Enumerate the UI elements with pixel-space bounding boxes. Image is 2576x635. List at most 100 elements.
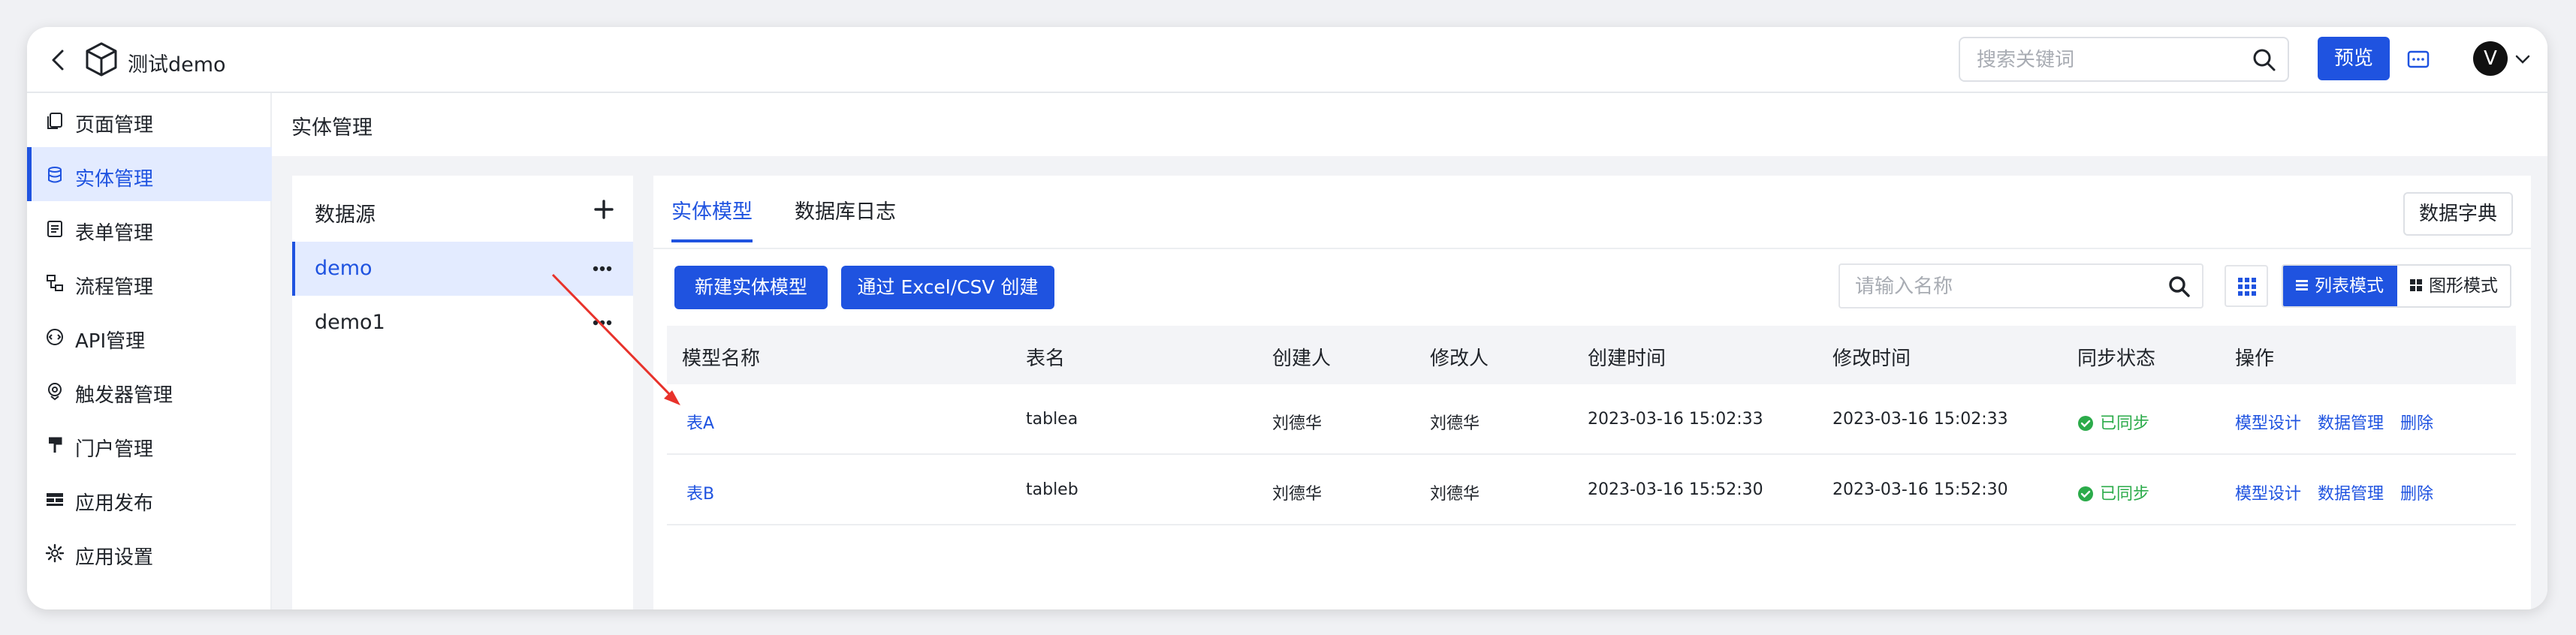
grid-dots-icon: [2238, 278, 2256, 296]
view-mode-switch: 列表模式 图形模式: [2282, 264, 2511, 308]
modifier-cell: 刘德华: [1430, 485, 1480, 504]
created-time-cell: 2023-03-16 15:02:33: [1588, 410, 1763, 429]
message-icon[interactable]: [2406, 47, 2431, 73]
plus-icon[interactable]: [593, 198, 615, 221]
cube-icon: [86, 42, 117, 77]
app-title: 测试demo: [128, 53, 226, 77]
back-arrow-icon[interactable]: [44, 45, 74, 75]
column-header: 表名: [1026, 348, 1066, 370]
import-excel-csv-button[interactable]: 通过 Excel/CSV 创建: [841, 266, 1054, 309]
datasource-item-demo[interactable]: demo: [292, 242, 633, 296]
table-row: 表B tableb 刘德华 刘德华 2023-03-16 15:52:30 20…: [667, 455, 2516, 525]
sync-status-badge: 已同步: [2077, 480, 2149, 504]
creator-cell: 刘德华: [1272, 485, 1323, 504]
sidebar: 页面管理 实体管理 表单管理 流程管理 API管理 触发器管理 门户管理 应用发…: [27, 93, 272, 609]
sidebar-item-label: 应用发布: [75, 492, 154, 515]
gear-icon: [45, 543, 65, 563]
content-area: 实体管理 数据源 demo demo1 实体模型 数据库日志 数据字典 新建实体…: [272, 93, 2547, 609]
api-icon: [47, 329, 63, 345]
delete-link[interactable]: 删除: [2400, 410, 2433, 434]
search-icon[interactable]: [2167, 275, 2191, 299]
page-title: 实体管理: [291, 116, 373, 140]
check-circle-icon: [2078, 486, 2093, 501]
preview-button[interactable]: 预览: [2318, 37, 2390, 80]
sidebar-item-forms[interactable]: 表单管理: [27, 201, 272, 255]
list-icon: [2296, 279, 2308, 290]
sidebar-item-label: 应用设置: [75, 546, 154, 569]
sync-status-label: 已同步: [2100, 414, 2150, 433]
table-header: 模型名称 表名 创建人 修改人 创建时间 修改时间 同步状态 操作: [667, 326, 2516, 384]
pages-icon: [47, 113, 62, 129]
datasource-item-label: demo1: [315, 311, 385, 334]
created-time-cell: 2023-03-16 15:52:30: [1588, 480, 1763, 499]
graph-mode-label: 图形模式: [2429, 276, 2498, 296]
data-manage-link[interactable]: 数据管理: [2318, 480, 2384, 504]
list-mode-label: 列表模式: [2315, 276, 2384, 296]
sidebar-item-flows[interactable]: 流程管理: [27, 255, 272, 309]
database-icon: [48, 167, 62, 183]
model-name-link[interactable]: 表B: [686, 480, 714, 504]
model-design-link[interactable]: 模型设计: [2235, 480, 2301, 504]
data-dictionary-button[interactable]: 数据字典: [2403, 192, 2513, 236]
page-title-bar: 实体管理: [272, 93, 2547, 156]
tab-database-log[interactable]: 数据库日志: [795, 195, 896, 239]
more-icon[interactable]: [591, 260, 614, 278]
table-row: 表A tablea 刘德华 刘德华 2023-03-16 15:02:33 20…: [667, 384, 2516, 455]
user-avatar[interactable]: V: [2473, 41, 2508, 76]
sidebar-item-entity[interactable]: 实体管理: [27, 147, 272, 201]
name-search[interactable]: [1838, 263, 2203, 308]
modifier-cell: 刘德华: [1430, 414, 1480, 433]
creator-cell: 刘德华: [1272, 414, 1323, 433]
table-name-cell: tableb: [1026, 480, 1078, 499]
list-mode-button[interactable]: 列表模式: [2283, 266, 2397, 306]
column-header: 模型名称: [682, 348, 761, 370]
sidebar-item-label: 门户管理: [75, 438, 154, 461]
global-search-input[interactable]: [1977, 47, 2247, 73]
trigger-icon: [48, 383, 62, 401]
sidebar-item-triggers[interactable]: 触发器管理: [27, 363, 272, 417]
global-search[interactable]: [1959, 37, 2289, 82]
publish-icon: [47, 493, 63, 506]
modified-time-cell: 2023-03-16 15:02:33: [1832, 410, 2008, 429]
datasource-panel: 数据源 demo demo1: [292, 176, 633, 609]
delete-link[interactable]: 删除: [2400, 480, 2433, 504]
sidebar-item-label: API管理: [75, 330, 146, 353]
tabs-divider: [653, 248, 2531, 249]
sidebar-item-pages[interactable]: 页面管理: [27, 93, 272, 147]
sidebar-item-label: 表单管理: [75, 222, 154, 245]
datasource-item-demo1[interactable]: demo1: [292, 296, 633, 350]
more-icon[interactable]: [591, 314, 614, 332]
datasource-item-label: demo: [315, 257, 373, 280]
tab-entity-model[interactable]: 实体模型: [671, 195, 753, 242]
app-window: 测试demo 预览 V 页面管理 实体管理 表单管理 流程管理 API管理: [27, 27, 2547, 609]
form-icon: [47, 221, 62, 237]
column-header: 操作: [2235, 348, 2275, 370]
name-search-input[interactable]: [1855, 274, 2155, 299]
model-design-link[interactable]: 模型设计: [2235, 410, 2301, 434]
table-name-cell: tablea: [1026, 410, 1078, 429]
sidebar-item-publish[interactable]: 应用发布: [27, 471, 272, 525]
flow-icon: [47, 275, 63, 291]
graph-mode-button[interactable]: 图形模式: [2397, 266, 2510, 306]
entity-main-panel: 实体模型 数据库日志 数据字典 新建实体模型 通过 Excel/CSV 创建 列…: [653, 176, 2531, 609]
search-icon[interactable]: [2252, 47, 2277, 73]
sidebar-item-portal[interactable]: 门户管理: [27, 417, 272, 471]
sidebar-item-label: 页面管理: [75, 114, 154, 137]
modified-time-cell: 2023-03-16 15:52:30: [1832, 480, 2008, 499]
sidebar-item-label: 流程管理: [75, 276, 154, 299]
top-header: 测试demo 预览 V: [27, 27, 2547, 93]
column-header: 创建时间: [1588, 348, 1667, 370]
grid-icon: [2410, 278, 2422, 291]
sync-status-label: 已同步: [2100, 485, 2150, 504]
model-name-link[interactable]: 表A: [686, 410, 714, 434]
grid-view-toggle[interactable]: [2225, 265, 2268, 307]
sync-status-badge: 已同步: [2077, 410, 2149, 434]
sidebar-item-label: 触发器管理: [75, 384, 173, 407]
datasource-title: 数据源: [315, 203, 376, 227]
chevron-down-icon[interactable]: [2513, 50, 2532, 69]
sidebar-item-api[interactable]: API管理: [27, 309, 272, 363]
data-manage-link[interactable]: 数据管理: [2318, 410, 2384, 434]
column-header: 创建人: [1272, 348, 1332, 370]
sidebar-item-settings[interactable]: 应用设置: [27, 525, 272, 579]
new-entity-model-button[interactable]: 新建实体模型: [674, 266, 828, 309]
